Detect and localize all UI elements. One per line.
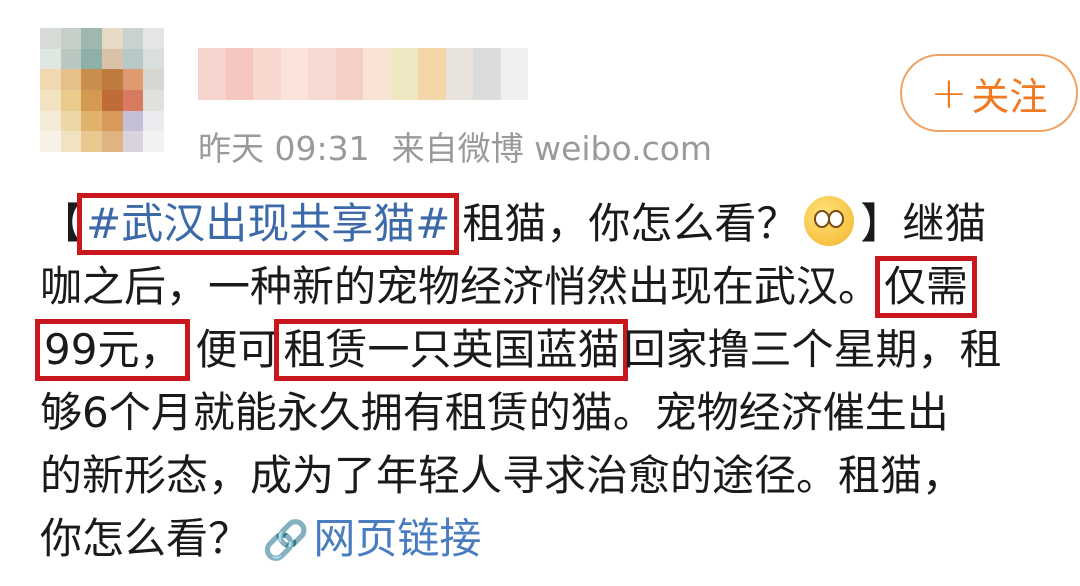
post-text-5: 的新形态，成为了年轻人寻求治愈的途径。租猫， [40,451,965,500]
plus-icon: + [930,67,968,119]
post-meta: 昨天 09:31 来自微博 weibo.com [198,122,712,170]
link-icon: 🔗 [262,518,310,562]
post-line-1: 【#武汉出现共享猫# 租猫，你怎么看？ 】继猫 [40,192,1050,255]
post-text-6: 你怎么看？ [40,514,251,563]
post-text-3a: 便可 [195,325,280,374]
post-text-2: 咖之后，一种新的宠物经济悄然出现在武汉。 [40,262,881,311]
post-timestamp: 昨天 09:31 [198,129,370,168]
post-source[interactable]: 来自微博 weibo.com [392,129,712,168]
topic-link[interactable]: #武汉出现共享猫# [77,193,460,255]
web-link-label: 网页链接 [313,514,482,563]
post-text-1b: 】继猫 [860,199,987,248]
follow-label: 关注 [971,74,1048,119]
post-text-3b: 回家撸三个星期，租 [623,325,1002,374]
post-line-4: 够6个月就能永久拥有租赁的猫。宠物经济催生出 [40,381,1050,444]
follow-button[interactable]: + 关注 [900,54,1078,132]
highlight-price: 仅需 [875,256,978,318]
web-link[interactable]: 🔗网页链接 [262,514,481,563]
username-blurred[interactable] [198,48,528,100]
highlight-rent-cat: 租赁一只英国蓝猫 [274,319,629,381]
bracket-open: 【 [40,199,83,248]
post-line-5: 的新形态，成为了年轻人寻求治愈的途径。租猫， [40,444,1050,507]
avatar[interactable] [40,28,164,152]
post-text-1: 租猫，你怎么看？ [462,199,799,248]
post-line-3: 99元， 便可租赁一只英国蓝猫回家撸三个星期，租 [34,318,1050,381]
post-content: 【#武汉出现共享猫# 租猫，你怎么看？ 】继猫 咖之后，一种新的宠物经济悄然出现在武… [34,192,1050,570]
post-line-2: 咖之后，一种新的宠物经济悄然出现在武汉。仅需 [40,255,1050,318]
thinking-emoji-icon [804,196,855,246]
post-text-4: 够6个月就能永久拥有租赁的猫。宠物经济催生出 [40,388,949,437]
highlight-99yuan: 99元， [34,319,191,381]
post-line-6: 你怎么看？ 🔗网页链接 [40,507,1050,570]
